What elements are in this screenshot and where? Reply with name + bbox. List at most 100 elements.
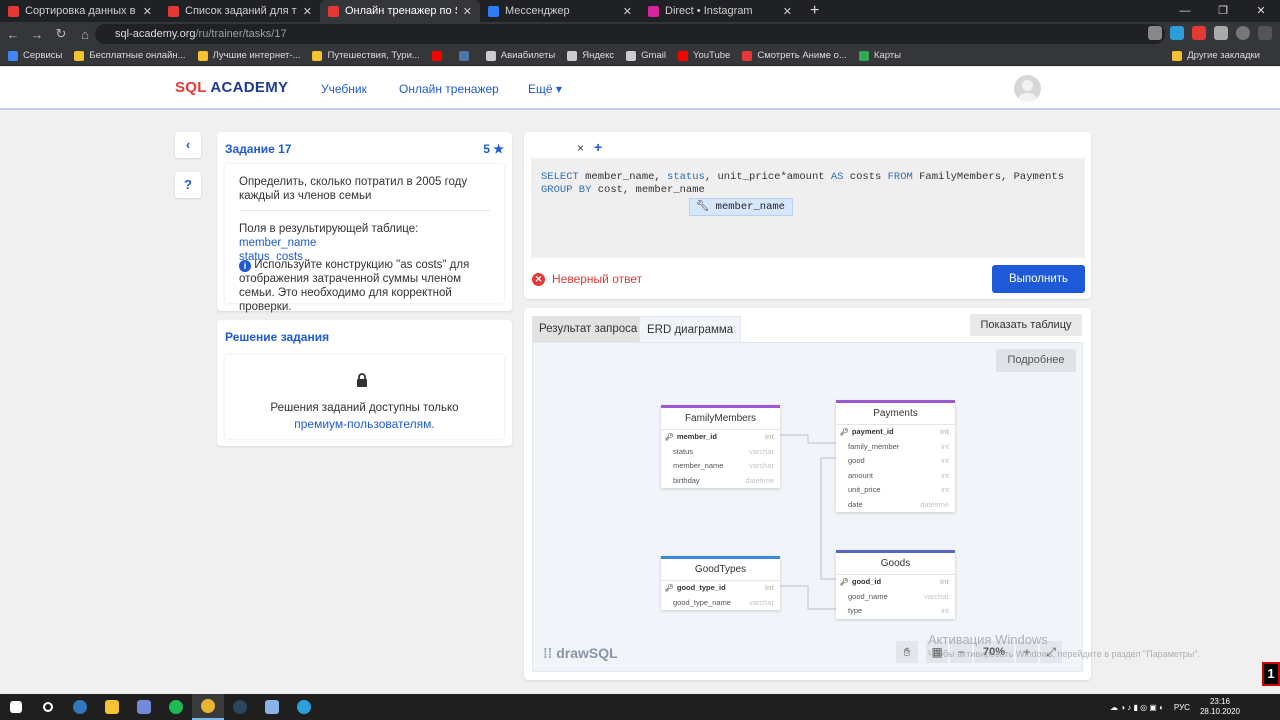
browser-tab[interactable]: Список заданий для тренировк ✕	[160, 0, 320, 22]
tab-close-icon[interactable]: ✕	[303, 5, 312, 18]
telegram-icon[interactable]	[288, 694, 320, 720]
erd-table-name: FamilyMembers	[661, 408, 780, 430]
notepad-icon[interactable]	[256, 694, 288, 720]
bookmark-item[interactable]	[458, 50, 474, 61]
site-logo[interactable]: SQL ACADEMY	[175, 79, 288, 96]
bookmark-item[interactable]	[431, 50, 447, 61]
erd-column-label: good_id	[851, 577, 882, 586]
puzzle-icon[interactable]	[1214, 26, 1228, 40]
clock-time: 23:16	[1209, 697, 1230, 706]
tab-close-icon[interactable]: ✕	[463, 5, 472, 18]
clock[interactable]: 23:16 28.10.2020	[1200, 697, 1240, 717]
erd-table-familymembers[interactable]: FamilyMembers 🔑︎ member_id int status varchar…	[661, 405, 780, 488]
nav-trainer[interactable]: Онлайн тренажер	[399, 82, 499, 96]
language-indicator[interactable]: РУС	[1174, 703, 1190, 712]
nav-more[interactable]: Ещё ▾	[528, 82, 562, 96]
erd-table-payments[interactable]: Payments 🔑︎ payment_id int family_member int g…	[836, 400, 955, 512]
back-button[interactable]: ‹	[175, 132, 201, 158]
windows-watermark-sub: Чтобы активировать Windows, перейдите в …	[928, 649, 1200, 659]
logo-academy: ACADEMY	[206, 79, 289, 96]
url-path: /ru/trainer/tasks/17	[195, 28, 287, 40]
bookmark-item[interactable]: YouTube	[677, 50, 730, 61]
new-tab-icon[interactable]: +	[800, 0, 829, 22]
erd-column-name: type	[848, 604, 862, 619]
tab-favicon-icon	[488, 5, 499, 17]
forward-icon[interactable]: →	[26, 27, 48, 42]
editor-tab[interactable]: ×	[532, 138, 588, 158]
wrench-icon: 🔧︎	[696, 201, 710, 213]
task-body: Определить, сколько потратил в 2005 году…	[225, 164, 504, 313]
profile-icon[interactable]	[1236, 26, 1250, 40]
tab-close-icon[interactable]: ✕	[783, 5, 792, 18]
edge-icon[interactable]	[64, 694, 96, 720]
bookmark-icon	[197, 50, 208, 61]
back-icon[interactable]: ←	[2, 27, 24, 42]
results-card: Результат запроса ERD диаграмма Показать…	[524, 308, 1091, 680]
tab-close-icon[interactable]: ✕	[623, 5, 632, 18]
bookmark-item[interactable]: Лучшие интернет-...	[197, 50, 300, 61]
bookmark-item[interactable]: Путешествия, Тури...	[312, 50, 420, 61]
menu-icon[interactable]	[1258, 26, 1272, 40]
bookmark-item[interactable]: Яндекс	[567, 50, 614, 61]
folder-icon[interactable]	[96, 694, 128, 720]
tab-title: Онлайн тренажер по SQL	[345, 5, 457, 17]
hand-icon[interactable]: ✋︎	[896, 641, 918, 663]
tab-title: Сортировка данных в SQL, опер	[25, 5, 137, 17]
sql-code: SELECT member_name, status, unit_price*a…	[541, 171, 1065, 196]
tab-query-result[interactable]: Результат запроса	[532, 316, 645, 342]
autocomplete-suggestion[interactable]: 🔧︎ member_name	[689, 198, 793, 216]
erd-table-goodtypes[interactable]: GoodTypes 🔑︎ good_type_id int good_type_name…	[661, 556, 780, 610]
tab-erd[interactable]: ERD диаграмма	[639, 316, 742, 342]
chrome-icon[interactable]	[192, 694, 224, 720]
extension-icon[interactable]	[1170, 26, 1184, 40]
sql-editor[interactable]: SELECT member_name, status, unit_price*a…	[531, 158, 1085, 258]
tab-close-icon[interactable]: ✕	[143, 5, 152, 18]
bookmark-item[interactable]: Авиабилеты	[485, 50, 555, 61]
tray-icons[interactable]: ☁ ◑ ♪ ▮ ◎ ▣ ◐	[1110, 703, 1164, 712]
help-button[interactable]: ?	[175, 172, 201, 198]
browser-tab[interactable]: Direct • Instagram ✕	[640, 0, 800, 22]
reload-icon[interactable]: ↻	[50, 26, 72, 42]
close-window-icon[interactable]: ✕	[1242, 0, 1280, 22]
star-icon[interactable]	[1148, 26, 1162, 40]
window-controls: — ❐ ✕	[1166, 0, 1280, 22]
browser-tab[interactable]: Мессенджер ✕	[480, 0, 640, 22]
adblock-icon[interactable]	[1192, 26, 1206, 40]
search-icon[interactable]	[32, 694, 64, 720]
erd-column: good int	[836, 454, 955, 469]
nav-tutorial[interactable]: Учебник	[321, 82, 367, 96]
bookmark-item[interactable]: Gmail	[626, 50, 666, 61]
erd-column: type int	[836, 604, 955, 619]
bookmark-item[interactable]: Сервисы	[8, 50, 62, 61]
browser-tab[interactable]: Сортировка данных в SQL, опер ✕	[0, 0, 160, 22]
premium-link[interactable]: премиум-пользователям.	[225, 417, 504, 431]
erd-column: 🔑︎ member_id int	[661, 430, 780, 445]
show-table-button[interactable]: Показать таблицу	[970, 314, 1082, 336]
bookmark-item[interactable]: Бесплатные онлайн...	[74, 50, 186, 61]
add-tab-icon[interactable]: +	[594, 139, 602, 155]
steam-icon[interactable]	[224, 694, 256, 720]
close-tab-icon[interactable]: ×	[577, 141, 584, 155]
erd-column-type: int	[764, 583, 774, 592]
erd-diagram[interactable]: Подробнее FamilyMembers 🔑︎ member_id int sta…	[532, 342, 1083, 672]
erd-column-name: family_member	[848, 440, 899, 455]
minimize-icon[interactable]: —	[1166, 0, 1204, 22]
bookmark-item[interactable]: Смотреть Аниме о...	[742, 50, 847, 61]
browser-tab[interactable]: Онлайн тренажер по SQL ✕	[320, 0, 480, 22]
windows-start-icon[interactable]	[0, 694, 32, 720]
address-bar-row: ← → ↻ ⌂ sql-academy.org/ru/trainer/tasks…	[0, 22, 1280, 46]
restore-icon[interactable]: ❐	[1204, 0, 1242, 22]
erd-table-goods[interactable]: Goods 🔑︎ good_id int good_name varchar type int	[836, 550, 955, 619]
erd-column: good_type_name varchar	[661, 596, 780, 611]
other-bookmarks-label: Другие закладки	[1187, 50, 1260, 61]
bookmark-item[interactable]: Карты	[858, 50, 901, 61]
discord-icon[interactable]	[128, 694, 160, 720]
url-field[interactable]: sql-academy.org/ru/trainer/tasks/17	[95, 24, 1165, 44]
other-bookmarks[interactable]: Другие закладки	[1172, 50, 1260, 61]
tab-title: Direct • Instagram	[665, 5, 753, 17]
home-icon[interactable]: ⌂	[74, 27, 96, 42]
spotify-icon[interactable]	[160, 694, 192, 720]
erd-column-label: member_id	[676, 432, 717, 441]
erd-column-name: birthday	[673, 474, 700, 489]
avatar[interactable]	[1014, 75, 1041, 102]
